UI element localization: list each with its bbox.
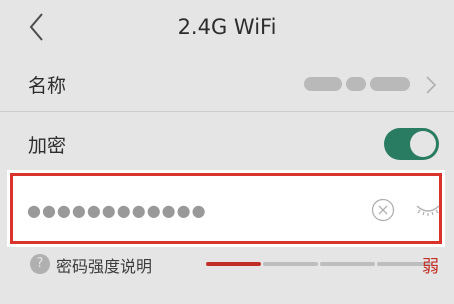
password-field-box: [10, 173, 442, 244]
toggle-knob: [410, 131, 436, 157]
encryption-toggle[interactable]: [384, 128, 439, 160]
page-title: 2.4G WiFi: [177, 15, 277, 39]
chevron-right-icon: [426, 76, 437, 94]
name-label: 名称: [28, 75, 67, 97]
strength-bar-segment: [263, 262, 318, 266]
strength-level-text: 弱: [422, 257, 439, 277]
strength-bar-segment: [320, 262, 375, 266]
password-strength-row: ? 密码强度说明 弱: [0, 246, 454, 284]
wifi-name-value-redacted: [300, 73, 412, 95]
strength-bar-segment: [206, 262, 261, 266]
nav-bar: 2.4G WiFi: [0, 0, 454, 54]
encryption-label: 加密: [28, 135, 67, 157]
strength-explanation-link[interactable]: 密码强度说明: [56, 253, 152, 277]
wifi-name-row[interactable]: 名称: [0, 56, 454, 112]
clear-circle-icon[interactable]: [371, 198, 395, 222]
help-icon[interactable]: ?: [30, 254, 50, 274]
eye-closed-icon[interactable]: [415, 202, 441, 218]
password-input[interactable]: [27, 195, 357, 225]
